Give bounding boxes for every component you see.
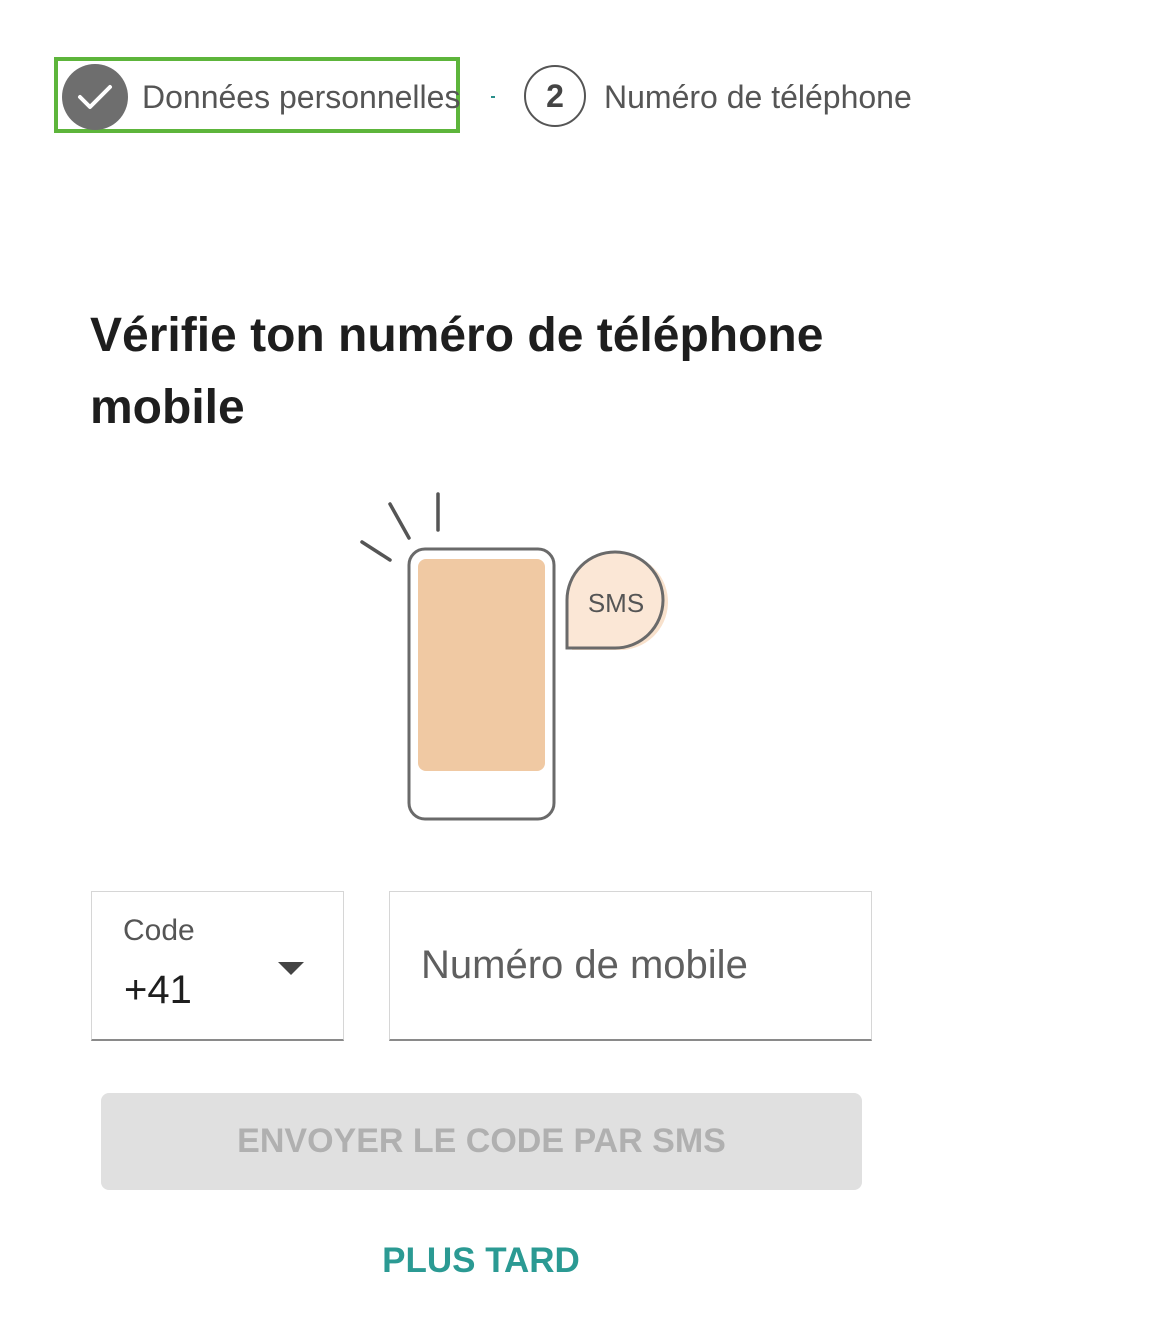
- step-connector: [491, 96, 495, 98]
- phone-sms-illustration: SMS: [350, 480, 690, 830]
- phone-screen: [418, 559, 545, 771]
- caret-down-icon[interactable]: [278, 962, 304, 975]
- later-button[interactable]: PLUS TARD: [300, 1233, 662, 1289]
- mobile-number-field[interactable]: [389, 891, 872, 1041]
- step2-label: Numéro de téléphone: [604, 79, 912, 115]
- country-code-label: Code: [123, 914, 195, 947]
- motion-line: [388, 502, 411, 540]
- motion-line: [360, 540, 392, 562]
- check-icon: [78, 85, 112, 109]
- phone-sms-illustration-graphic: SMS: [360, 492, 668, 821]
- step1-completed-badge: [62, 64, 128, 130]
- page-title: Vérifie ton numéro de téléphone mobile: [90, 309, 824, 434]
- step2-number-badge: 2: [524, 65, 586, 127]
- send-sms-button[interactable]: ENVOYER LE CODE PAR SMS: [101, 1093, 862, 1190]
- country-code-select[interactable]: Code +41: [91, 891, 344, 1041]
- country-code-value: +41: [124, 968, 192, 1012]
- stepper: Données personnelles 2 Numéro de télépho…: [0, 0, 1166, 200]
- step1-label[interactable]: Données personnelles: [142, 77, 460, 117]
- sms-bubble-text: SMS: [588, 588, 644, 618]
- mobile-number-input[interactable]: [390, 892, 871, 1039]
